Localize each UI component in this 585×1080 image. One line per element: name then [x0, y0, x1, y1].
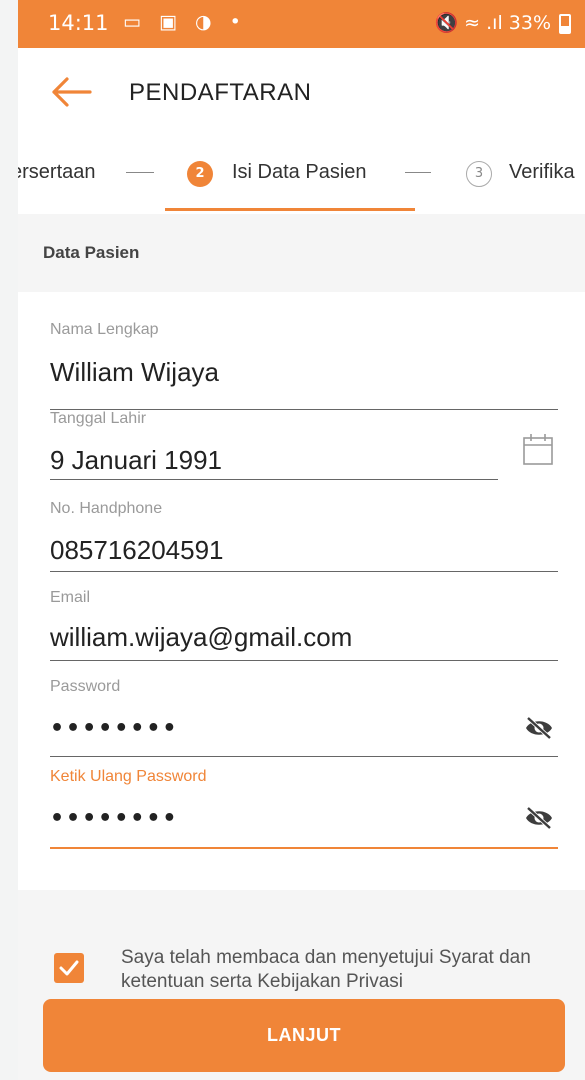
- agreement-text: Saya telah membaca dan menyetujui Syarat…: [121, 947, 531, 992]
- section-title: Data Pasien: [43, 243, 140, 262]
- agreement-checkbox[interactable]: [54, 953, 84, 983]
- lanjut-button[interactable]: LANJUT: [43, 999, 565, 1072]
- tanggal-lahir-input[interactable]: 9 Januari 1991: [50, 445, 222, 476]
- email-label: Email: [50, 589, 91, 606]
- tanggal-lahir-label: Tanggal Lahir: [50, 410, 147, 427]
- notification-icons: ▭ ▣ ◑ •: [123, 11, 247, 33]
- ketik-ulang-password-label: Ketik Ulang Password: [50, 768, 207, 785]
- section-header: Data Pasien: [18, 214, 585, 292]
- status-bar: 14:11 ▭ ▣ ◑ • 🔇 ≈ .ıl 33%: [18, 0, 585, 48]
- field-underline: [50, 660, 558, 661]
- checkmark-icon: [59, 960, 79, 976]
- tanggal-lahir-field[interactable]: Tanggal Lahir 9 Januari 1991: [50, 410, 558, 495]
- nama-lengkap-label: Nama Lengkap: [50, 321, 159, 338]
- step-2-badge: 2: [187, 161, 213, 187]
- email-field[interactable]: Email william.wijaya@gmail.com: [50, 589, 558, 664]
- arrow-left-icon[interactable]: [50, 76, 92, 108]
- nama-lengkap-field[interactable]: Nama Lengkap William Wijaya: [50, 321, 558, 410]
- eye-off-icon[interactable]: [524, 716, 554, 740]
- app-bar: PENDAFTARAN: [18, 48, 585, 136]
- status-indicators: 🔇 ≈ .ıl 33%: [434, 12, 551, 34]
- patient-form: Nama Lengkap William Wijaya Tanggal Lahi…: [18, 292, 585, 890]
- field-underline-focused: [50, 847, 558, 849]
- field-underline: [50, 756, 558, 757]
- no-handphone-input[interactable]: 085716204591: [50, 535, 224, 566]
- no-handphone-label: No. Handphone: [50, 500, 163, 517]
- step-connector: [405, 172, 431, 173]
- status-time: 14:11: [48, 11, 109, 35]
- field-underline: [50, 571, 558, 572]
- agreement-section: Saya telah membaca dan menyetujui Syarat…: [18, 890, 585, 1080]
- password-label: Password: [50, 678, 121, 695]
- step-kepesertaan-label[interactable]: ersertaan: [18, 161, 96, 184]
- phone-screen: 14:11 ▭ ▣ ◑ • 🔇 ≈ .ıl 33% PENDAFTARAN er…: [18, 0, 585, 1080]
- calendar-icon[interactable]: [522, 432, 554, 466]
- step-connector: [126, 172, 154, 173]
- no-handphone-field[interactable]: No. Handphone 085716204591: [50, 500, 558, 580]
- page-title: PENDAFTARAN: [129, 79, 312, 106]
- step-verifikasi-label[interactable]: Verifika: [509, 161, 575, 184]
- field-underline: [50, 479, 498, 480]
- password-field[interactable]: Password ••••••••: [50, 678, 558, 758]
- ketik-ulang-password-field[interactable]: Ketik Ulang Password ••••••••: [50, 768, 558, 853]
- registration-stepper: ersertaan 2 Isi Data Pasien 3 Verifika: [18, 136, 585, 214]
- step-isi-data-pasien-label[interactable]: Isi Data Pasien: [232, 161, 367, 184]
- step-3-badge: 3: [466, 161, 492, 187]
- battery-icon: [559, 14, 571, 34]
- password-input[interactable]: ••••••••: [50, 716, 179, 741]
- nama-lengkap-input[interactable]: William Wijaya: [50, 357, 219, 388]
- active-step-indicator: [165, 208, 415, 211]
- eye-off-icon[interactable]: [524, 806, 554, 830]
- ketik-ulang-password-input[interactable]: ••••••••: [50, 806, 179, 831]
- email-input[interactable]: william.wijaya@gmail.com: [50, 622, 352, 653]
